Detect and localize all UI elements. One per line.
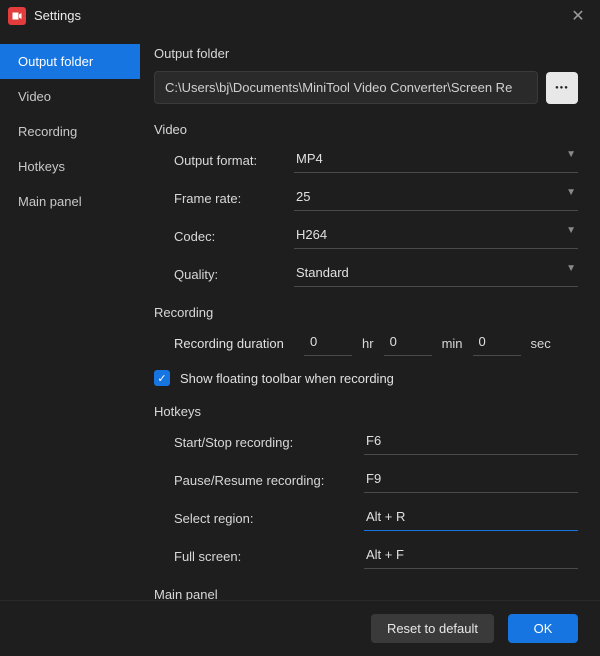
input-duration-sec[interactable]: [473, 330, 521, 356]
label-hk-select-region: Select region:: [174, 511, 364, 526]
label-hk-start-stop: Start/Stop recording:: [174, 435, 364, 450]
select-output-format[interactable]: MP4 ▼: [294, 147, 578, 173]
input-hk-select-region[interactable]: [364, 505, 578, 531]
section-title-recording: Recording: [154, 305, 578, 320]
sidebar-item-recording[interactable]: Recording: [0, 114, 140, 149]
input-duration-min[interactable]: [384, 330, 432, 356]
label-min: min: [442, 336, 463, 351]
ellipsis-icon: ●●●: [555, 85, 569, 91]
select-frame-rate[interactable]: 25 ▼: [294, 185, 578, 211]
sidebar-item-output-folder[interactable]: Output folder: [0, 44, 140, 79]
label-hk-full-screen: Full screen:: [174, 549, 364, 564]
footer: Reset to default OK: [0, 600, 600, 656]
select-quality[interactable]: Standard ▼: [294, 261, 578, 287]
sidebar-item-hotkeys[interactable]: Hotkeys: [0, 149, 140, 184]
section-title-video: Video: [154, 122, 578, 137]
reset-button[interactable]: Reset to default: [371, 614, 494, 643]
content-pane: Output folder C:\Users\bj\Documents\Mini…: [140, 32, 600, 600]
titlebar: Settings ✕: [0, 0, 600, 32]
label-codec: Codec:: [174, 229, 294, 244]
label-hr: hr: [362, 336, 374, 351]
select-codec-value: H264: [294, 223, 578, 249]
app-icon: [8, 7, 26, 25]
browse-button[interactable]: ●●●: [546, 72, 578, 104]
input-hk-start-stop[interactable]: [364, 429, 578, 455]
sidebar-item-video[interactable]: Video: [0, 79, 140, 114]
checkbox-show-toolbar[interactable]: ✓: [154, 370, 170, 386]
close-icon: ✕: [571, 6, 584, 26]
select-frame-rate-value: 25: [294, 185, 578, 211]
input-hk-full-screen[interactable]: [364, 543, 578, 569]
label-sec: sec: [531, 336, 551, 351]
input-duration-hr[interactable]: [304, 330, 352, 356]
label-quality: Quality:: [174, 267, 294, 282]
section-title-output-folder: Output folder: [154, 46, 578, 61]
sidebar-item-main-panel[interactable]: Main panel: [0, 184, 140, 219]
label-recording-duration: Recording duration: [174, 336, 294, 351]
close-button[interactable]: ✕: [564, 2, 592, 30]
label-frame-rate: Frame rate:: [174, 191, 294, 206]
select-codec[interactable]: H264 ▼: [294, 223, 578, 249]
output-folder-path[interactable]: C:\Users\bj\Documents\MiniTool Video Con…: [154, 71, 538, 104]
sidebar: Output folder Video Recording Hotkeys Ma…: [0, 32, 140, 600]
section-title-main-panel: Main panel: [154, 587, 578, 600]
select-output-format-value: MP4: [294, 147, 578, 173]
label-hk-pause-resume: Pause/Resume recording:: [174, 473, 364, 488]
label-output-format: Output format:: [174, 153, 294, 168]
section-title-hotkeys: Hotkeys: [154, 404, 578, 419]
window-title: Settings: [34, 8, 564, 23]
input-hk-pause-resume[interactable]: [364, 467, 578, 493]
label-show-toolbar: Show floating toolbar when recording: [180, 371, 394, 386]
select-quality-value: Standard: [294, 261, 578, 287]
ok-button[interactable]: OK: [508, 614, 578, 643]
check-icon: ✓: [157, 372, 166, 385]
